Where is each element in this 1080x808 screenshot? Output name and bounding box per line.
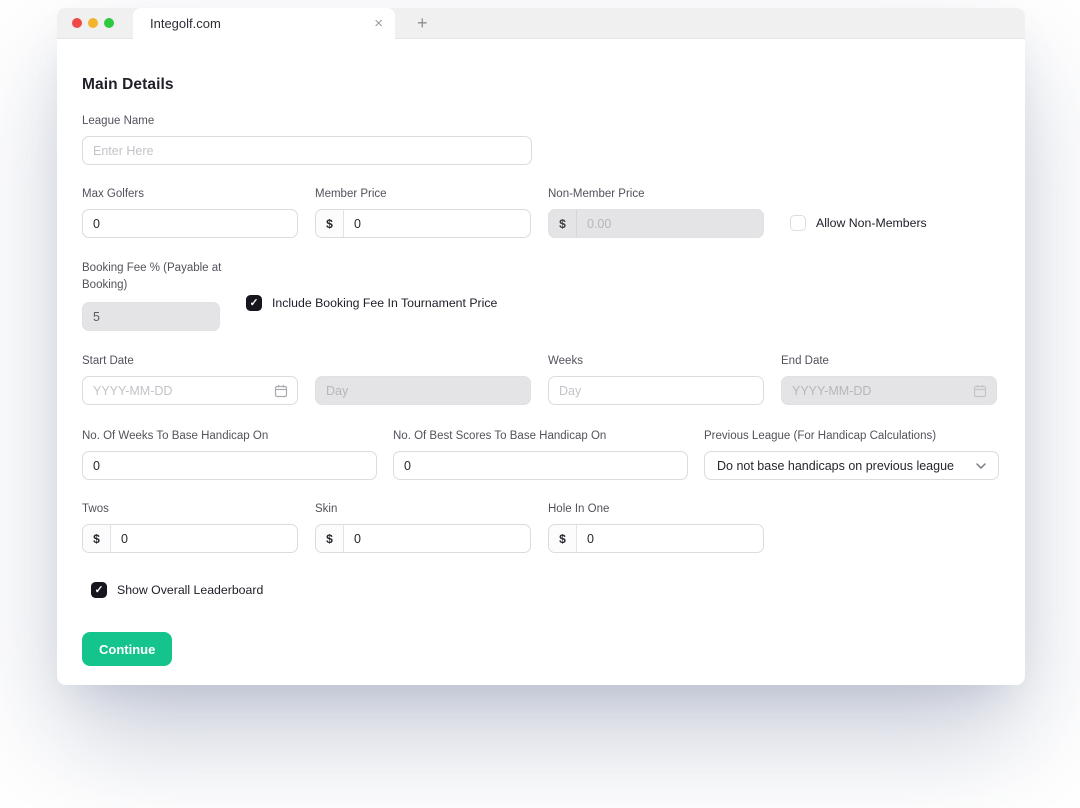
- calendar-icon[interactable]: [274, 384, 288, 398]
- start-day-input: [316, 377, 530, 404]
- weeks-to-base-handicap-input[interactable]: [83, 452, 376, 479]
- field-weeks: Weeks: [548, 353, 764, 405]
- allow-non-members-option[interactable]: Allow Non-Members: [790, 215, 927, 231]
- continue-button[interactable]: Continue: [82, 632, 172, 666]
- browser-titlebar: Integolf.com × +: [57, 8, 1025, 39]
- show-overall-leaderboard-label: Show Overall Leaderboard: [117, 583, 263, 597]
- new-tab-icon[interactable]: +: [417, 14, 428, 32]
- traffic-lights: [57, 8, 133, 38]
- weeks-input[interactable]: [549, 377, 763, 404]
- field-member-price: Member Price $: [315, 186, 531, 238]
- start-day-label: [315, 353, 531, 370]
- booking-fee-label: Booking Fee % (Payable at Booking): [82, 260, 237, 294]
- close-tab-icon[interactable]: ×: [374, 16, 383, 31]
- best-scores-to-base-handicap-input[interactable]: [394, 452, 687, 479]
- allow-non-members-checkbox[interactable]: [790, 215, 806, 231]
- show-overall-leaderboard-checkbox[interactable]: ✓: [91, 582, 107, 598]
- tab-title: Integolf.com: [150, 16, 374, 31]
- calendar-icon: [973, 384, 987, 398]
- previous-league-label: Previous League (For Handicap Calculatio…: [704, 428, 999, 445]
- dollar-prefix: $: [316, 210, 344, 237]
- field-league-name: League Name: [82, 113, 1000, 165]
- main-details-form: Main Details League Name Max Golfers Mem…: [57, 76, 1025, 666]
- max-golfers-label: Max Golfers: [82, 186, 298, 203]
- twos-label: Twos: [82, 501, 298, 518]
- weeks-to-base-handicap-label: No. Of Weeks To Base Handicap On: [82, 428, 377, 445]
- minimize-window-icon[interactable]: [88, 18, 98, 28]
- include-booking-fee-label: Include Booking Fee In Tournament Price: [272, 296, 497, 310]
- field-skin: Skin $: [315, 501, 531, 553]
- page-title: Main Details: [82, 76, 1000, 94]
- max-golfers-input[interactable]: [83, 210, 297, 237]
- include-booking-fee-checkbox[interactable]: ✓: [246, 295, 262, 311]
- twos-input[interactable]: [111, 525, 297, 552]
- maximize-window-icon[interactable]: [104, 18, 114, 28]
- league-name-label: League Name: [82, 113, 1000, 130]
- member-price-input[interactable]: [344, 210, 530, 237]
- field-booking-fee: Booking Fee % (Payable at Booking): [82, 260, 237, 331]
- start-date-label: Start Date: [82, 353, 298, 370]
- member-price-label: Member Price: [315, 186, 531, 203]
- dollar-prefix: $: [83, 525, 111, 552]
- field-non-member-price: Non-Member Price $: [548, 186, 764, 238]
- booking-fee-input: [83, 303, 219, 330]
- field-previous-league: Previous League (For Handicap Calculatio…: [704, 428, 999, 480]
- skin-input[interactable]: [344, 525, 530, 552]
- allow-non-members-label: Allow Non-Members: [816, 216, 927, 230]
- field-start-day: [315, 353, 531, 405]
- field-max-golfers: Max Golfers: [82, 186, 298, 238]
- browser-window: Integolf.com × + Main Details League Nam…: [57, 8, 1025, 685]
- hole-in-one-label: Hole In One: [548, 501, 764, 518]
- start-date-input[interactable]: [83, 377, 297, 404]
- field-twos: Twos $: [82, 501, 298, 553]
- best-scores-to-base-handicap-label: No. Of Best Scores To Base Handicap On: [393, 428, 688, 445]
- hole-in-one-input[interactable]: [577, 525, 763, 552]
- skin-label: Skin: [315, 501, 531, 518]
- field-start-date: Start Date: [82, 353, 298, 405]
- browser-tab[interactable]: Integolf.com ×: [133, 8, 395, 39]
- dollar-prefix: $: [549, 525, 577, 552]
- field-best-scores-to-base-handicap: No. Of Best Scores To Base Handicap On: [393, 428, 688, 480]
- weeks-label: Weeks: [548, 353, 764, 370]
- chevron-down-icon: [976, 463, 986, 469]
- league-name-input[interactable]: [83, 137, 531, 164]
- field-end-date: End Date: [781, 353, 997, 405]
- dollar-prefix: $: [316, 525, 344, 552]
- non-member-price-input: [577, 210, 763, 237]
- include-booking-fee-option[interactable]: ✓ Include Booking Fee In Tournament Pric…: [246, 295, 497, 311]
- field-hole-in-one: Hole In One $: [548, 501, 764, 553]
- end-date-input: [782, 377, 996, 404]
- previous-league-select[interactable]: Do not base handicaps on previous league: [704, 451, 999, 480]
- non-member-price-label: Non-Member Price: [548, 186, 764, 203]
- dollar-prefix: $: [549, 210, 577, 237]
- show-overall-leaderboard-option[interactable]: ✓ Show Overall Leaderboard: [91, 582, 1000, 598]
- field-weeks-to-base-handicap: No. Of Weeks To Base Handicap On: [82, 428, 377, 480]
- previous-league-selected-option: Do not base handicaps on previous league: [717, 459, 954, 473]
- end-date-label: End Date: [781, 353, 997, 370]
- close-window-icon[interactable]: [72, 18, 82, 28]
